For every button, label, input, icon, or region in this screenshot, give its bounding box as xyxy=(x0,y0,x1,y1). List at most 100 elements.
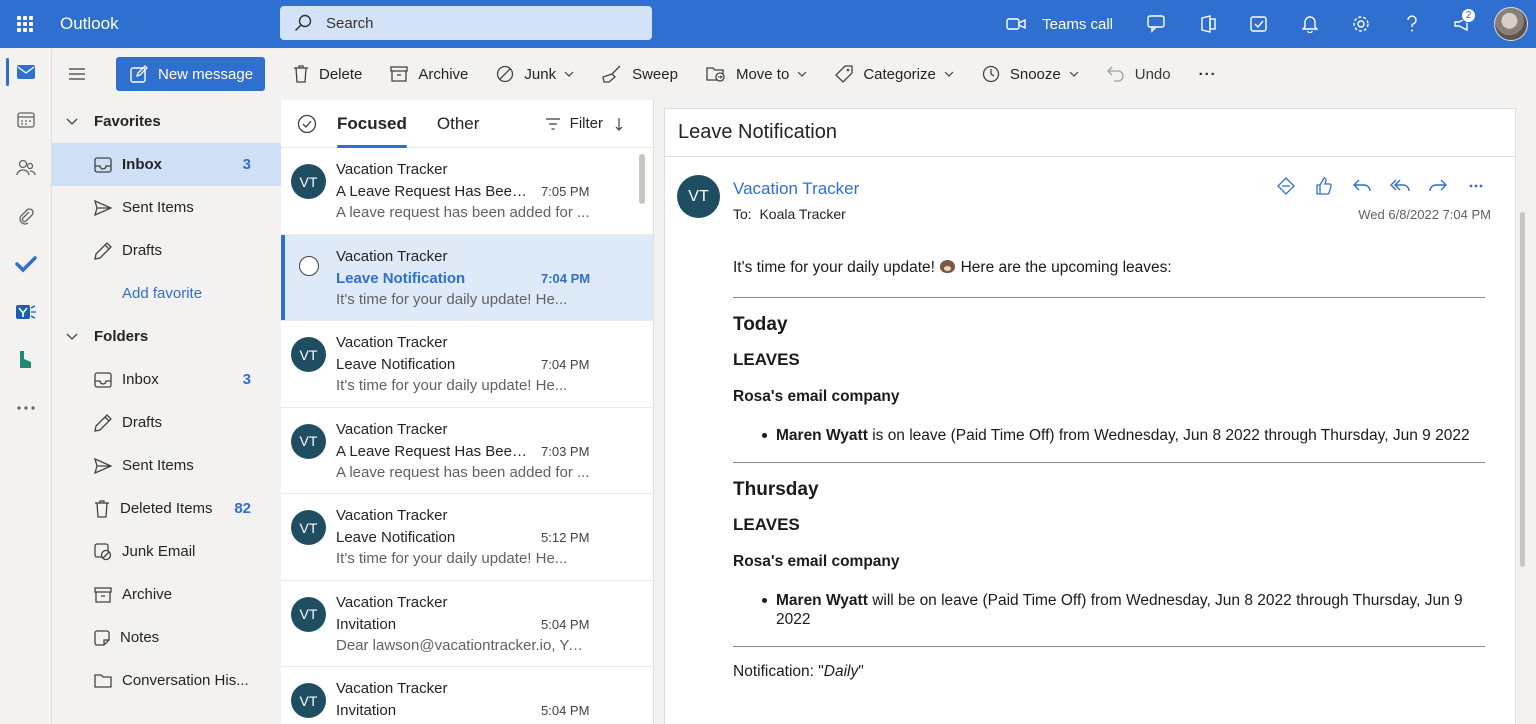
snooze-button[interactable]: Snooze xyxy=(982,65,1079,83)
email-subject-title: Leave Notification xyxy=(665,109,1515,157)
search-input[interactable]: Search xyxy=(326,15,374,32)
undo-button[interactable]: Undo xyxy=(1106,66,1171,83)
message-select-radio[interactable] xyxy=(299,255,319,276)
folder-drafts[interactable]: Drafts xyxy=(52,401,281,444)
favorite-sent-items[interactable]: Sent Items xyxy=(52,186,281,229)
rail-yammer[interactable] xyxy=(0,288,52,336)
mail-icon xyxy=(17,65,35,79)
junk-button[interactable]: Junk xyxy=(496,65,574,83)
teams-call-button[interactable]: Teams call xyxy=(1006,16,1113,33)
message-item[interactable]: VT Vacation Tracker A Leave Request Has … xyxy=(281,408,653,494)
rail-todo[interactable] xyxy=(0,240,52,288)
favorite-drafts[interactable]: Drafts xyxy=(52,229,281,272)
message-item[interactable]: VT Vacation Tracker Invitation 5:04 PM De… xyxy=(281,581,653,667)
recipient-name[interactable]: Koala Tracker xyxy=(759,206,845,222)
rail-bookings[interactable] xyxy=(0,336,52,384)
app-title[interactable]: Outlook xyxy=(60,14,280,34)
message-item[interactable]: VT Vacation Tracker Invitation 5:04 PM xyxy=(281,667,653,724)
forward-button[interactable] xyxy=(1419,173,1457,199)
new-message-button[interactable]: New message xyxy=(116,57,265,91)
message-preview: It's time for your daily update! He... xyxy=(336,550,568,567)
top-right-controls: Teams call 2 xyxy=(1006,0,1536,48)
sender-avatar[interactable]: VT xyxy=(677,175,720,218)
app-launcher-button[interactable] xyxy=(0,0,50,48)
sender-avatar: VT xyxy=(291,164,326,199)
folder-sent-items[interactable]: Sent Items xyxy=(52,444,281,487)
message-list-scrollbar[interactable] xyxy=(639,154,645,204)
toggle-folder-pane-button[interactable] xyxy=(52,54,102,94)
snooze-label: Snooze xyxy=(1009,65,1061,83)
folder-notes[interactable]: Notes xyxy=(52,616,281,659)
rail-more-apps[interactable] xyxy=(0,384,52,432)
folders-label: Folders xyxy=(94,328,149,345)
add-favorite-link[interactable]: Add favorite xyxy=(52,272,281,315)
block-icon xyxy=(497,65,514,83)
folder-label: Inbox xyxy=(122,156,162,173)
rail-people[interactable] xyxy=(0,144,52,192)
delete-button[interactable]: Delete xyxy=(293,65,362,83)
folder-archive[interactable]: Archive xyxy=(52,573,281,616)
folder-icon xyxy=(94,673,112,688)
chevron-down-icon xyxy=(1069,71,1079,77)
message-time: 5:12 PM xyxy=(541,530,590,545)
office-button[interactable] xyxy=(1182,0,1233,48)
reading-pane-scrollbar[interactable] xyxy=(1520,212,1525,567)
reply-icon xyxy=(1353,179,1371,192)
folder-deleted-items[interactable]: Deleted Items 82 xyxy=(52,487,281,530)
folders-header[interactable]: Folders xyxy=(52,315,281,358)
tab-focused[interactable]: Focused xyxy=(337,100,407,148)
message-sender: Vacation Tracker xyxy=(336,334,448,351)
message-item[interactable]: VT Vacation Tracker Leave Notification 7:… xyxy=(281,321,653,408)
message-time: 7:03 PM xyxy=(541,443,590,459)
search-box[interactable]: Search xyxy=(280,6,652,40)
loop-button[interactable] xyxy=(1267,173,1305,199)
message-item-selected[interactable]: Vacation Tracker Leave Notification 7:04 … xyxy=(281,234,653,321)
feedback-button[interactable]: 2 xyxy=(1437,0,1488,48)
email-intro: It's time for your daily update! Here ar… xyxy=(733,259,1485,281)
chevron-down-icon xyxy=(944,71,954,77)
favorites-header[interactable]: Favorites xyxy=(52,100,281,143)
filter-button[interactable]: Filter xyxy=(545,115,623,132)
sender-name-link[interactable]: Vacation Tracker xyxy=(733,179,859,199)
help-button[interactable] xyxy=(1386,0,1437,48)
message-subject: Invitation xyxy=(336,702,397,719)
folder-conversation-history[interactable]: Conversation His... xyxy=(52,659,281,702)
rail-files[interactable] xyxy=(0,192,52,240)
rail-calendar[interactable] xyxy=(0,96,52,144)
move-to-button[interactable]: Move to xyxy=(706,65,807,83)
folder-junk-email[interactable]: Junk Email xyxy=(52,530,281,573)
reply-button[interactable] xyxy=(1343,173,1381,199)
message-time: 5:04 PM xyxy=(541,703,590,718)
message-item[interactable]: VT Vacation Tracker Leave Notification 5:… xyxy=(281,494,653,581)
folder-inbox[interactable]: Inbox 3 xyxy=(52,358,281,401)
folder-label: Inbox xyxy=(122,371,159,388)
more-commands-button[interactable]: ··· xyxy=(1199,66,1217,83)
settings-button[interactable] xyxy=(1335,0,1386,48)
divider xyxy=(733,646,1485,647)
sweep-button[interactable]: Sweep xyxy=(602,65,678,83)
intro-text-cont: Here are the upcoming leaves: xyxy=(960,259,1172,276)
more-icon xyxy=(17,406,35,410)
favorite-inbox[interactable]: Inbox 3 xyxy=(52,143,281,186)
intro-text: It's time for your daily update! xyxy=(733,259,935,276)
folder-label: Deleted Items xyxy=(120,500,213,517)
chat-button[interactable] xyxy=(1131,0,1182,48)
email-content: It's time for your daily update! Here ar… xyxy=(733,259,1485,681)
rail-mail[interactable] xyxy=(0,48,52,96)
tab-other[interactable]: Other xyxy=(437,100,480,148)
select-all-icon[interactable] xyxy=(297,114,317,134)
archive-button[interactable]: Archive xyxy=(390,66,468,83)
loop-icon xyxy=(1277,177,1295,195)
folder-label: Conversation His... xyxy=(122,672,249,689)
profile-avatar[interactable] xyxy=(1494,7,1528,41)
message-sender: Vacation Tracker xyxy=(336,593,448,611)
folder-move-icon xyxy=(706,67,725,82)
inbox-icon xyxy=(94,371,112,388)
reply-all-button[interactable] xyxy=(1381,173,1419,199)
more-actions-button[interactable] xyxy=(1457,173,1495,199)
categorize-button[interactable]: Categorize xyxy=(835,65,954,83)
like-button[interactable] xyxy=(1305,173,1343,199)
my-day-button[interactable] xyxy=(1233,0,1284,48)
message-item[interactable]: VT Vacation Tracker A Leave Request Has … xyxy=(281,148,653,235)
notifications-button[interactable] xyxy=(1284,0,1335,48)
